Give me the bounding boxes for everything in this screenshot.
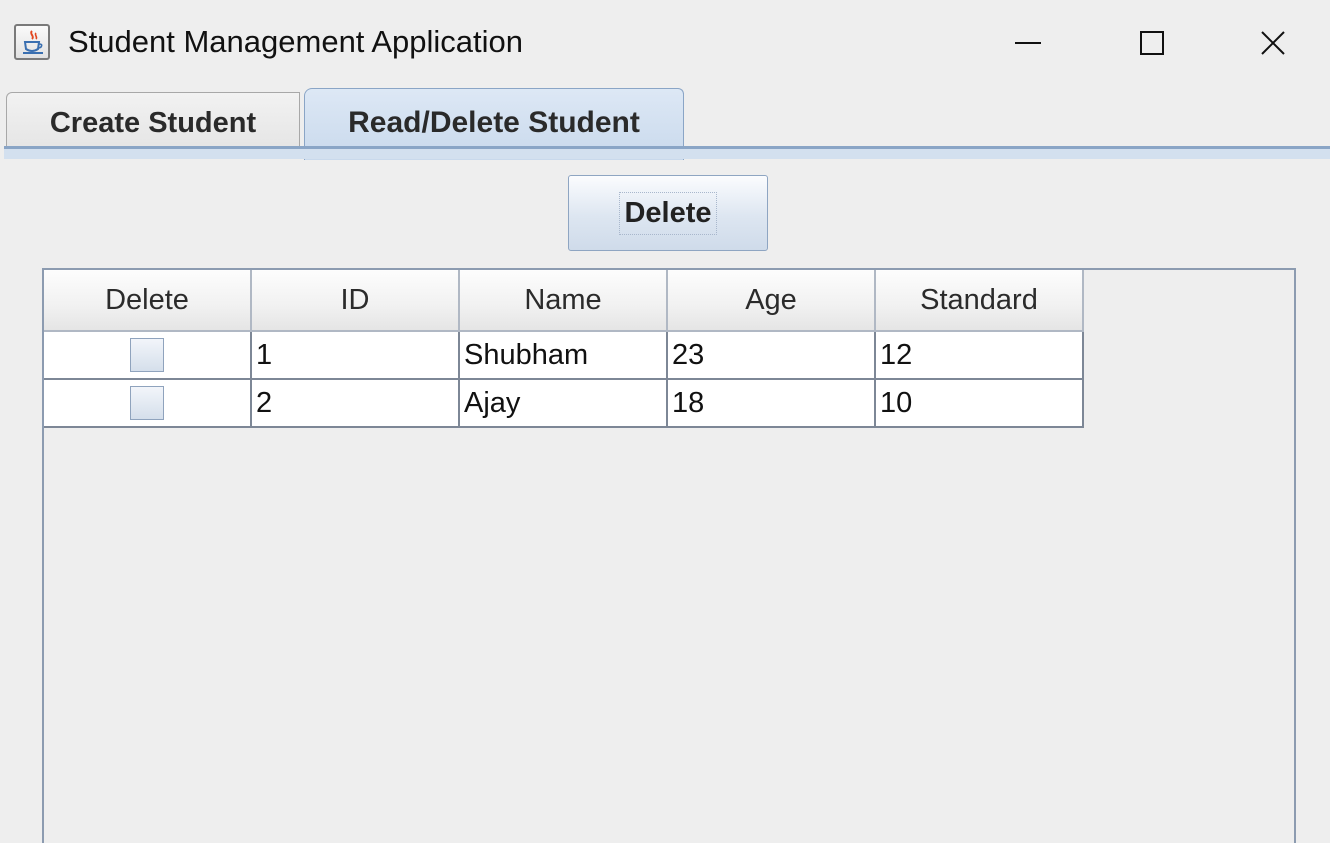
id-cell[interactable]: 2 (252, 380, 460, 428)
table-body: 1 Shubham 23 12 2 Ajay 18 10 (44, 332, 1084, 428)
column-header-standard[interactable]: Standard (876, 270, 1084, 332)
maximize-icon (1140, 31, 1164, 55)
application-window: Student Management Application Create St… (0, 0, 1330, 843)
table-row[interactable]: 1 Shubham 23 12 (44, 332, 1084, 380)
minimize-icon (1015, 42, 1041, 44)
minimize-button[interactable] (968, 0, 1088, 86)
delete-checkbox[interactable] (130, 338, 164, 372)
close-icon (1261, 31, 1285, 55)
student-table-scrollpane[interactable]: Delete ID Name Age Standard 1 Shubham 23… (42, 268, 1296, 843)
title-bar[interactable]: Student Management Application (0, 0, 1330, 86)
column-header-age[interactable]: Age (668, 270, 876, 332)
name-cell[interactable]: Shubham (460, 332, 668, 380)
window-title: Student Management Application (68, 24, 523, 59)
column-header-name[interactable]: Name (460, 270, 668, 332)
tab-content-border (4, 149, 1330, 159)
name-cell[interactable]: Ajay (460, 380, 668, 428)
delete-button-label: Delete (619, 191, 717, 235)
table-row[interactable]: 2 Ajay 18 10 (44, 380, 1084, 428)
column-header-delete[interactable]: Delete (44, 270, 252, 332)
delete-button[interactable]: Delete (568, 175, 768, 251)
maximize-button[interactable] (1092, 0, 1212, 86)
delete-cell[interactable] (44, 380, 252, 428)
standard-cell[interactable]: 12 (876, 332, 1084, 380)
id-cell[interactable]: 1 (252, 332, 460, 380)
column-header-id[interactable]: ID (252, 270, 460, 332)
standard-cell[interactable]: 10 (876, 380, 1084, 428)
java-cup-icon (14, 24, 50, 60)
table-header: Delete ID Name Age Standard (44, 270, 1084, 332)
age-cell[interactable]: 23 (668, 332, 876, 380)
tab-create-student[interactable]: Create Student (6, 92, 300, 154)
close-button[interactable] (1216, 0, 1330, 86)
delete-cell[interactable] (44, 332, 252, 380)
delete-checkbox[interactable] (130, 386, 164, 420)
age-cell[interactable]: 18 (668, 380, 876, 428)
